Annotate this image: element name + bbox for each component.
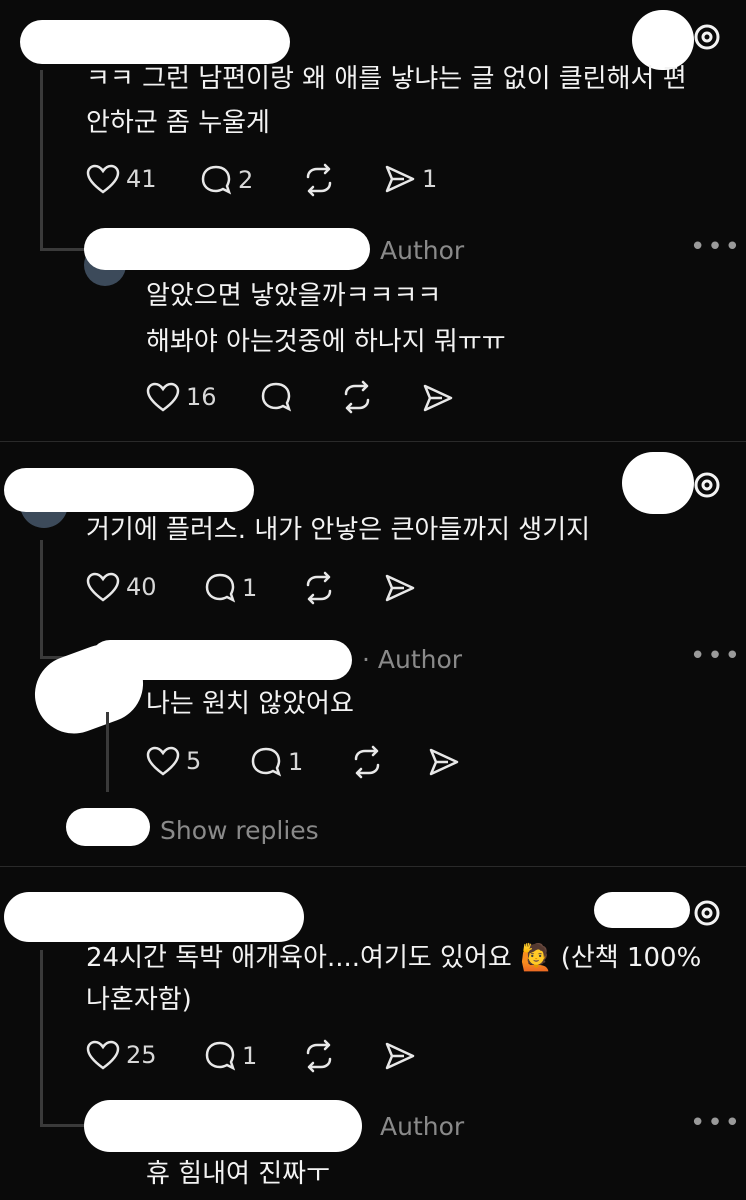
comment-icon xyxy=(201,165,232,195)
thread-connector xyxy=(106,712,109,792)
reply-text-line-2: 해봐야 아는것중에 하나지 뭐ㅠㅠ xyxy=(146,327,506,357)
redacted-avatar xyxy=(66,808,150,846)
repost-icon[interactable] xyxy=(302,571,336,605)
share-count: 1 xyxy=(422,165,438,193)
heart-icon xyxy=(146,746,180,776)
heart-icon xyxy=(86,572,120,602)
author-badge: · Author xyxy=(362,645,463,674)
redacted-username xyxy=(4,892,304,942)
comment-button[interactable]: 1 xyxy=(204,572,257,604)
more-icon[interactable]: ••• xyxy=(690,641,742,671)
reply-count: 2 xyxy=(238,166,254,194)
repost-icon[interactable] xyxy=(302,1039,336,1073)
comment-icon xyxy=(205,1041,236,1071)
author-badge: Author xyxy=(380,236,465,265)
reply-count: 1 xyxy=(242,1042,258,1070)
reply-count: 1 xyxy=(242,574,258,602)
comment-icon[interactable] xyxy=(260,381,292,413)
like-button[interactable]: 41 xyxy=(86,164,157,194)
reply-text-line-1: 휴 힘내여 진짜ㅜ xyxy=(146,1159,330,1189)
heart-icon xyxy=(86,1040,120,1070)
heart-icon xyxy=(146,382,180,412)
thread-divider xyxy=(0,866,746,867)
thread-connector xyxy=(40,70,43,250)
threads-logo-icon[interactable] xyxy=(692,22,722,52)
comment-icon xyxy=(251,747,282,777)
repost-icon[interactable] xyxy=(302,163,336,197)
share-icon[interactable] xyxy=(428,747,460,777)
heart-icon xyxy=(86,164,120,194)
comment-icon xyxy=(205,573,236,603)
reply-text-line-1: 알았으면 낳았을까ㅋㅋㅋㅋ xyxy=(146,281,442,311)
thread-connector-curve xyxy=(40,1124,90,1127)
thread-connector xyxy=(40,540,43,658)
like-count: 41 xyxy=(126,165,157,193)
like-count: 40 xyxy=(126,573,157,601)
like-button[interactable]: 5 xyxy=(146,746,201,776)
redacted-username xyxy=(4,468,254,512)
redacted-username xyxy=(84,228,370,270)
thread-connector-curve xyxy=(40,248,90,251)
like-button[interactable]: 25 xyxy=(86,1040,157,1070)
redacted-timestamp xyxy=(594,892,690,928)
show-replies-link[interactable]: Show replies xyxy=(160,816,319,845)
like-count: 5 xyxy=(186,747,202,775)
comment-button[interactable]: 1 xyxy=(204,1040,257,1072)
more-icon[interactable]: ••• xyxy=(690,232,742,262)
threads-logo-icon[interactable] xyxy=(692,898,722,928)
comment-text-line-1: 24시간 독박 애개육아....여기도 있어요 🙋 (산책 100% xyxy=(86,943,702,973)
redacted-timestamp xyxy=(622,452,694,514)
share-icon xyxy=(385,165,415,193)
share-icon[interactable] xyxy=(384,1041,416,1071)
share-icon[interactable] xyxy=(422,383,454,413)
thread-divider xyxy=(0,441,746,442)
more-icon[interactable]: ••• xyxy=(690,1108,742,1138)
comment-button[interactable]: 1 xyxy=(250,746,303,778)
comment-text-line-1: 거기에 플러스. 내가 안낳은 큰아들까지 생기지 xyxy=(86,515,591,545)
share-icon[interactable] xyxy=(384,573,416,603)
redacted-username xyxy=(84,1100,362,1152)
comment-text-line-2: 나혼자함) xyxy=(86,985,192,1015)
share-button[interactable]: 1 xyxy=(384,164,437,194)
repost-icon[interactable] xyxy=(340,380,374,414)
reply-text-line-1: 나는 원치 않았어요 xyxy=(146,689,354,719)
author-badge: Author xyxy=(380,1112,465,1141)
threads-logo-icon[interactable] xyxy=(692,470,722,500)
like-count: 16 xyxy=(186,383,217,411)
like-button[interactable]: 16 xyxy=(146,382,217,412)
comment-text-line-2: 안하군 좀 누울게 xyxy=(86,108,270,138)
comment-button[interactable]: 2 xyxy=(200,164,253,196)
comment-text-line-1: ㅋㅋ 그런 남편이랑 왜 애를 낳냐는 글 없이 클린해서 편 xyxy=(86,64,687,94)
reply-count: 1 xyxy=(288,748,304,776)
like-button[interactable]: 40 xyxy=(86,572,157,602)
thread-connector xyxy=(40,950,43,1126)
like-count: 25 xyxy=(126,1041,157,1069)
repost-icon[interactable] xyxy=(350,745,384,779)
